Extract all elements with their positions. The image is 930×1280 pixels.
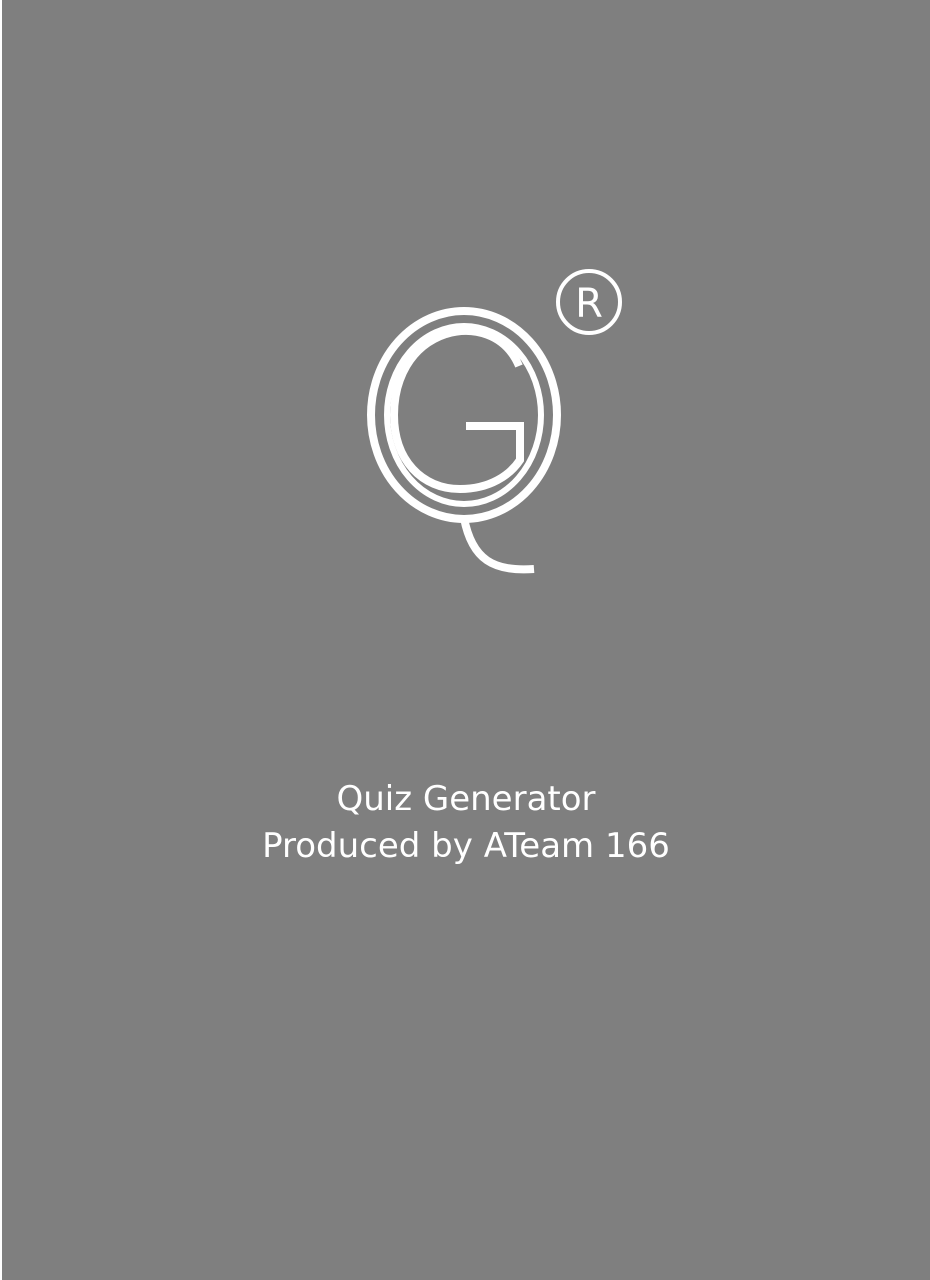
qg-logo-icon: R: [367, 269, 622, 574]
logo-q-tail: [460, 517, 535, 574]
credit-label: Produced by ATeam 166: [262, 826, 670, 866]
splash-screen: R Quiz Generator Produced by ATeam 166: [2, 0, 930, 1280]
registered-letter: R: [575, 281, 603, 327]
logo-g-letter: [389, 327, 524, 494]
logo-q-ring-inner: [384, 323, 544, 507]
app-name-label: Quiz Generator: [336, 779, 596, 819]
